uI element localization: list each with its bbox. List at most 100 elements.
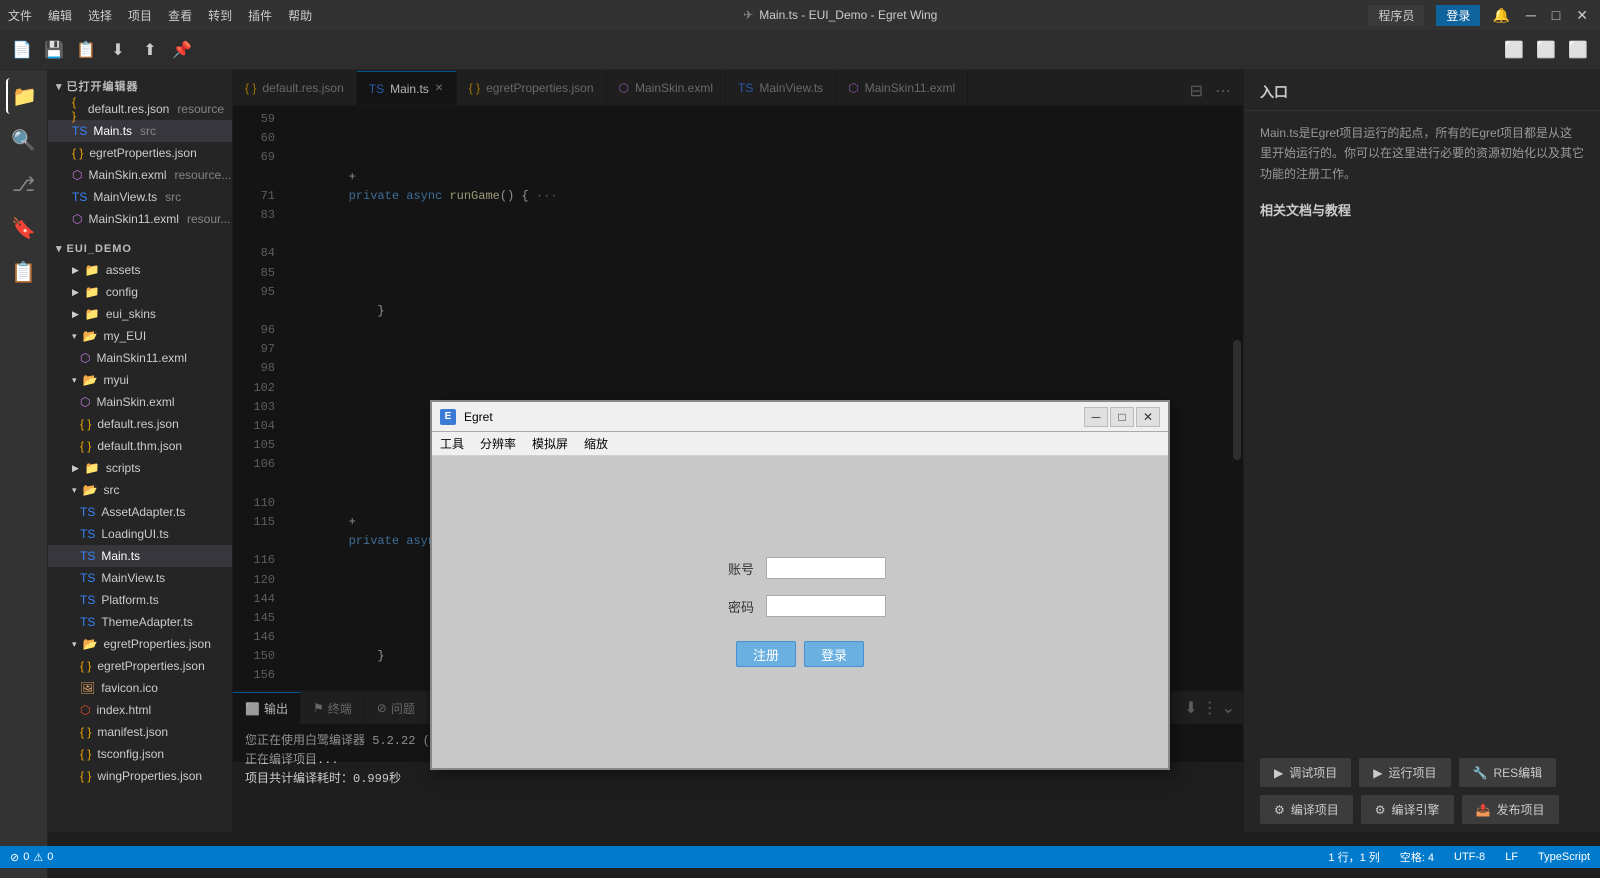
- compile-project-button[interactable]: ⚙ 编译项目: [1260, 795, 1353, 824]
- chevron-down3: ▾: [72, 375, 77, 386]
- status-errors[interactable]: ⊘ 0 ⚠ 0: [0, 846, 63, 868]
- status-position[interactable]: 1 行，1 列: [1318, 846, 1389, 868]
- file-default-res-json[interactable]: { } default.res.json: [48, 413, 232, 435]
- modal-menu-tools[interactable]: 工具: [440, 435, 464, 452]
- open-file-main-ts[interactable]: TS Main.ts src: [48, 120, 232, 142]
- debug-project-button[interactable]: ▶ 调试项目: [1260, 758, 1351, 787]
- compile-engine-button[interactable]: ⚙ 编译引擎: [1361, 795, 1454, 824]
- file-manifest-json[interactable]: { } manifest.json: [48, 721, 232, 743]
- warning-icon: ⚠: [33, 851, 43, 864]
- file-themeadapter-ts[interactable]: TS ThemeAdapter.ts: [48, 611, 232, 633]
- toolbar-layout2[interactable]: ⬜: [1532, 36, 1560, 64]
- run-project-button[interactable]: ▶ 运行项目: [1359, 758, 1450, 787]
- file-main-ts[interactable]: TS Main.ts: [48, 545, 232, 567]
- folder-scripts[interactable]: ▶ 📁 scripts: [48, 457, 232, 479]
- toolbar-new[interactable]: 📄: [8, 36, 36, 64]
- menu-edit[interactable]: 编辑: [48, 7, 72, 24]
- toolbar-pin[interactable]: 📌: [168, 36, 196, 64]
- exml-icon4: ⬡: [80, 395, 90, 409]
- username-input[interactable]: [766, 557, 886, 579]
- res-edit-button[interactable]: 🔧 RES编辑: [1459, 758, 1557, 787]
- project-header[interactable]: ▾ EUI_DEMO: [48, 238, 232, 259]
- modal-window: E Egret ─ □ ✕ 工具 分辨率 模拟屏 缩放 账号 密码 注册 登录: [430, 400, 1170, 770]
- user-dropdown[interactable]: 程序员: [1368, 5, 1424, 26]
- folder-myui[interactable]: ▾ 📂 myui: [48, 369, 232, 391]
- modal-menubar: 工具 分辨率 模拟屏 缩放: [432, 432, 1168, 456]
- menu-file[interactable]: 文件: [8, 7, 32, 24]
- toolbar-save[interactable]: 💾: [40, 36, 68, 64]
- file-index-html[interactable]: ⬡ index.html: [48, 699, 232, 721]
- activity-source[interactable]: ⎇: [6, 166, 42, 202]
- register-button[interactable]: 注册: [736, 641, 796, 667]
- toolbar-layout1[interactable]: ⬜: [1500, 36, 1528, 64]
- modal-login-button[interactable]: 登录: [804, 641, 864, 667]
- login-button[interactable]: 登录: [1436, 5, 1480, 26]
- menu-project[interactable]: 项目: [128, 7, 152, 24]
- menu-goto[interactable]: 转到: [208, 7, 232, 24]
- ts-icon3: TS: [80, 505, 95, 519]
- toolbar-layout3[interactable]: ⬜: [1564, 36, 1592, 64]
- modal-menu-simulator[interactable]: 模拟屏: [532, 435, 568, 452]
- modal-maximize-button[interactable]: □: [1110, 407, 1134, 427]
- open-file-mainskin[interactable]: ⬡ MainSkin.exml resource...: [48, 164, 232, 186]
- menu-select[interactable]: 选择: [88, 7, 112, 24]
- file-platform-ts[interactable]: TS Platform.ts: [48, 589, 232, 611]
- open-file-egret-props[interactable]: { } egretProperties.json: [48, 142, 232, 164]
- modal-menu-resolution[interactable]: 分辨率: [480, 435, 516, 452]
- chevron-down4: ▾: [72, 485, 77, 496]
- minimize-button[interactable]: ─: [1522, 7, 1540, 24]
- folder-my-eui[interactable]: ▾ 📂 my_EUI: [48, 325, 232, 347]
- toolbar-copy[interactable]: 📋: [72, 36, 100, 64]
- notification-icon[interactable]: 🔔: [1492, 7, 1509, 24]
- modal-menu-zoom[interactable]: 缩放: [584, 435, 608, 452]
- menu-view[interactable]: 查看: [168, 7, 192, 24]
- toolbar-upload[interactable]: ⬆: [136, 36, 164, 64]
- folder-config[interactable]: ▶ 📁 config: [48, 281, 232, 303]
- status-language[interactable]: TypeScript: [1528, 846, 1600, 868]
- folder-src[interactable]: ▾ 📂 src: [48, 479, 232, 501]
- file-default-thm-json[interactable]: { } default.thm.json: [48, 435, 232, 457]
- folder-assets[interactable]: ▶ 📁 assets: [48, 259, 232, 281]
- json-icon2: { }: [72, 146, 83, 160]
- file-egret-props-json[interactable]: { } egretProperties.json: [48, 655, 232, 677]
- open-editors-section: ▾ 已打开编辑器 { } default.res.json resource T…: [48, 70, 232, 234]
- file-tsconfig-json[interactable]: { } tsconfig.json: [48, 743, 232, 765]
- password-input[interactable]: [766, 595, 886, 617]
- file-mainview-ts[interactable]: TS MainView.ts: [48, 567, 232, 589]
- status-right: 1 行，1 列 空格: 4 UTF-8 LF TypeScript: [1318, 846, 1600, 868]
- folder-template[interactable]: ▾ 📂 egretProperties.json: [48, 633, 232, 655]
- activity-explorer[interactable]: 📁: [6, 78, 42, 114]
- activity-settings[interactable]: 📋: [6, 254, 42, 290]
- maximize-button[interactable]: □: [1548, 7, 1564, 24]
- open-file-mainview[interactable]: TS MainView.ts src: [48, 186, 232, 208]
- open-file-mainskin11[interactable]: ⬡ MainSkin11.exml resour...: [48, 208, 232, 230]
- file-mainskin11[interactable]: ⬡ MainSkin11.exml: [48, 347, 232, 369]
- chevron-right3: ▶: [72, 287, 79, 298]
- file-favicon[interactable]: 🖼 favicon.ico: [48, 677, 232, 699]
- window-title: ✈ Main.ts - EUI_Demo - Egret Wing: [743, 8, 937, 22]
- chevron-down-icon: ▾: [56, 80, 63, 93]
- activity-bookmark[interactable]: 🔖: [6, 210, 42, 246]
- file-loadingui[interactable]: TS LoadingUI.ts: [48, 523, 232, 545]
- folder-icon-scripts: 📁: [85, 461, 100, 475]
- status-line-ending[interactable]: LF: [1495, 846, 1528, 868]
- activity-search[interactable]: 🔍: [6, 122, 42, 158]
- open-file-default-res[interactable]: { } default.res.json resource: [48, 98, 232, 120]
- status-spaces[interactable]: 空格: 4: [1390, 846, 1444, 868]
- menu-help[interactable]: 帮助: [288, 7, 312, 24]
- sidebar: ▾ 已打开编辑器 { } default.res.json resource T…: [48, 70, 233, 832]
- menu-plugins[interactable]: 插件: [248, 7, 272, 24]
- file-wing-props-json[interactable]: { } wingProperties.json: [48, 765, 232, 787]
- status-encoding[interactable]: UTF-8: [1444, 846, 1495, 868]
- right-panel-header: 入口: [1244, 70, 1600, 111]
- modal-minimize-button[interactable]: ─: [1084, 407, 1108, 427]
- publish-project-button[interactable]: 📤 发布项目: [1462, 795, 1559, 824]
- json-icon8: { }: [80, 769, 91, 783]
- toolbar-download[interactable]: ⬇: [104, 36, 132, 64]
- close-button[interactable]: ✕: [1572, 7, 1592, 24]
- status-bar: ⊘ 0 ⚠ 0 1 行，1 列 空格: 4 UTF-8 LF TypeScrip…: [0, 846, 1600, 868]
- folder-eui-skins[interactable]: ▶ 📁 eui_skins: [48, 303, 232, 325]
- file-assetadapter[interactable]: TS AssetAdapter.ts: [48, 501, 232, 523]
- modal-close-button[interactable]: ✕: [1136, 407, 1160, 427]
- file-mainskin-exml[interactable]: ⬡ MainSkin.exml: [48, 391, 232, 413]
